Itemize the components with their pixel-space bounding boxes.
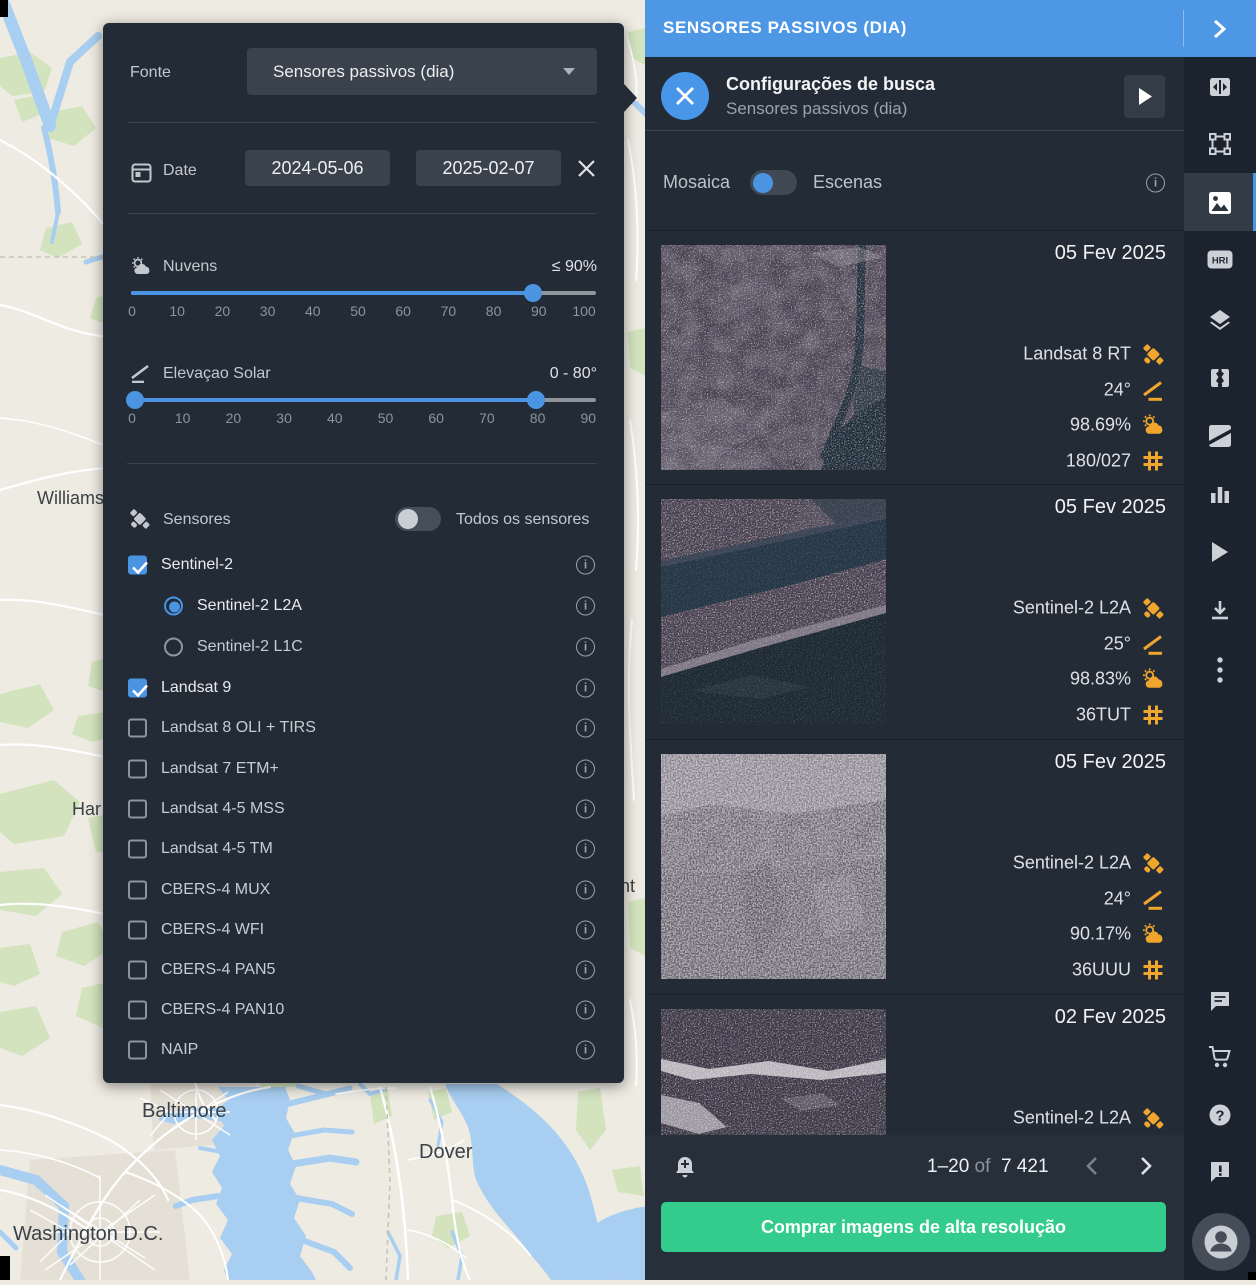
svg-text:HRI: HRI xyxy=(1212,256,1228,267)
svg-text:Williams: Williams xyxy=(37,488,104,508)
svg-text:Baltimore: Baltimore xyxy=(142,1100,226,1122)
svg-text:?: ? xyxy=(1215,1108,1224,1125)
svg-text:Dover: Dover xyxy=(419,1141,473,1163)
svg-text:Har: Har xyxy=(72,799,101,819)
svg-text:Washington D.C.: Washington D.C. xyxy=(13,1223,163,1245)
